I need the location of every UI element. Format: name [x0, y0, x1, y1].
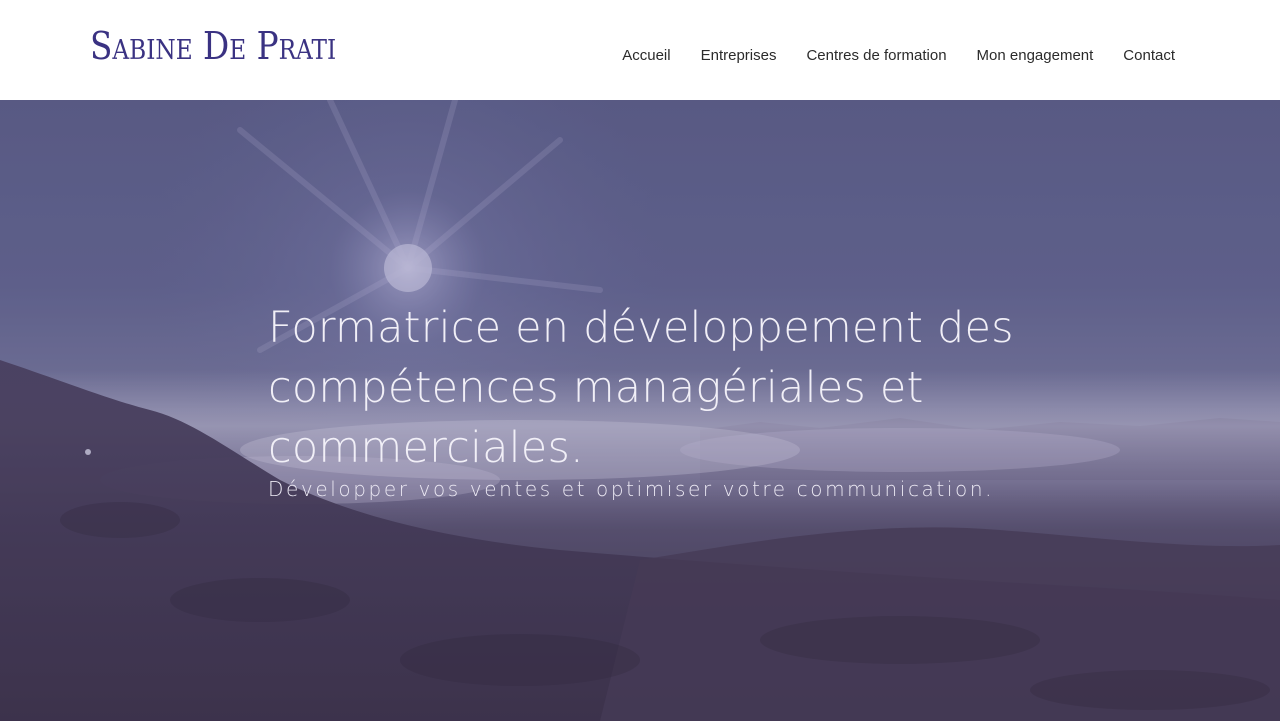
nav-item-contact[interactable]: Contact [1123, 46, 1175, 66]
hero-title: Formatrice en développement des compéten… [268, 298, 1218, 478]
hero-title-line-1: Formatrice en développement des [268, 303, 1014, 353]
hero-title-line-2: compétences managériales et commerciales… [268, 363, 924, 473]
hero-section: Formatrice en développement des compéten… [0, 100, 1280, 721]
hero-subtitle: Développer vos ventes et optimiser votre… [268, 477, 995, 501]
nav-item-accueil[interactable]: Accueil [622, 46, 670, 66]
site-logo[interactable]: Sabine De Prati [90, 26, 336, 66]
nav-item-mon-engagement[interactable]: Mon engagement [977, 46, 1094, 66]
nav-item-entreprises[interactable]: Entreprises [701, 46, 777, 66]
site-header: Sabine De Prati Accueil Entreprises Cent… [0, 0, 1280, 100]
nav-item-centres-de-formation[interactable]: Centres de formation [806, 46, 946, 66]
main-nav: Accueil Entreprises Centres de formation… [622, 46, 1175, 66]
